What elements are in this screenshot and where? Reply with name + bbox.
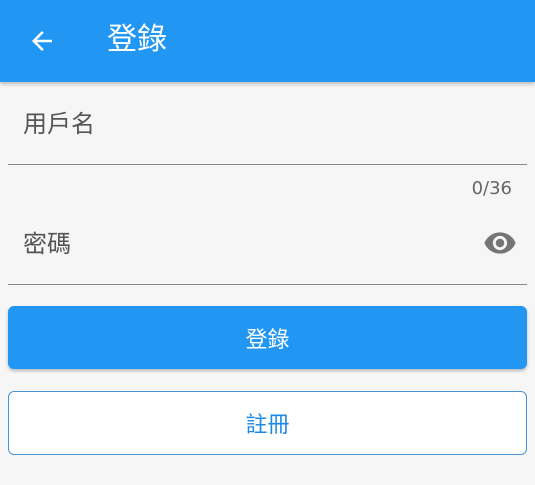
arrow-left-icon xyxy=(32,31,52,51)
password-visibility-toggle[interactable] xyxy=(482,225,518,261)
register-button[interactable]: 註冊 xyxy=(8,391,527,455)
username-field xyxy=(8,82,527,165)
password-input[interactable] xyxy=(8,204,527,284)
app-bar: 登錄 xyxy=(0,0,535,82)
login-button[interactable]: 登錄 xyxy=(8,306,527,369)
username-input[interactable] xyxy=(8,82,527,164)
password-field xyxy=(8,204,527,285)
username-character-counter: 0/36 xyxy=(471,178,512,199)
page-title: 登錄 xyxy=(107,22,167,57)
eye-icon xyxy=(484,232,516,254)
back-button[interactable] xyxy=(22,21,62,61)
